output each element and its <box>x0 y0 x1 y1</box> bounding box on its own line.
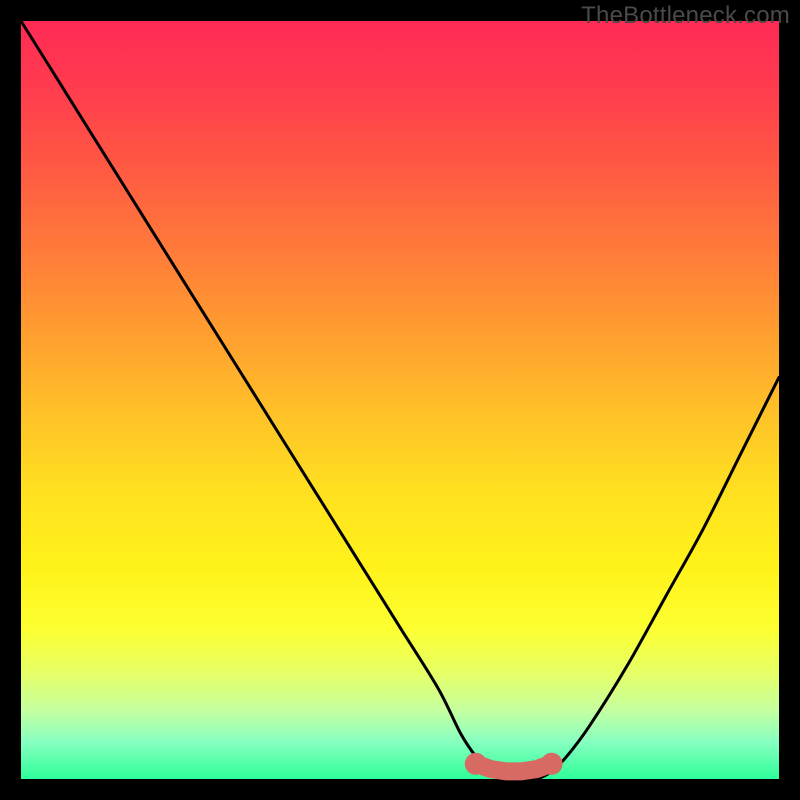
bottleneck-curve <box>21 21 779 780</box>
optimum-markers <box>465 753 563 775</box>
plot-area <box>21 21 779 779</box>
optimum-endpoint <box>541 753 563 775</box>
optimum-band <box>476 764 552 772</box>
watermark-text: TheBottleneck.com <box>581 2 790 30</box>
optimum-endpoint <box>465 753 487 775</box>
chart-frame: TheBottleneck.com <box>0 0 800 800</box>
chart-svg <box>21 21 779 779</box>
